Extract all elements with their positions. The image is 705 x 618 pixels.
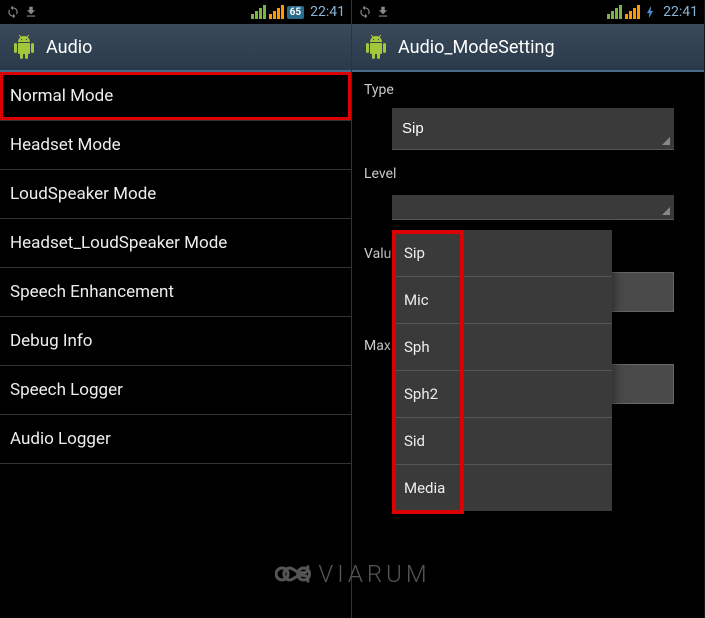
level-spinner[interactable] [392,195,674,220]
battery-indicator: 65 [287,6,304,19]
sync-icon [6,5,20,19]
charging-icon [643,5,657,19]
status-bar-right: 22:41 [352,0,704,24]
page-title-right: Audio_ModeSetting [398,37,555,58]
dropdown-option[interactable]: Sip [392,230,612,277]
audio-menu-item[interactable]: Speech Logger [0,366,351,415]
audio-menu-item[interactable]: Headset_LoudSpeaker Mode [0,219,351,268]
type-dropdown: SipMicSphSph2SidMedia [392,230,612,511]
dropdown-option[interactable]: Mic [392,277,612,324]
type-label: Type [352,72,704,102]
dropdown-option[interactable]: Sph2 [392,371,612,418]
phone-left: 65 22:41 Audio Normal ModeHeadset ModeLo… [0,0,352,618]
dropdown-option[interactable]: Media [392,465,612,511]
type-spinner[interactable]: Sip [392,108,674,150]
audio-menu-item[interactable]: Normal Mode [0,72,351,121]
title-bar-right: Audio_ModeSetting [352,24,704,72]
signal-icon-2 [269,5,284,19]
status-time: 22:41 [663,4,698,20]
page-title-left: Audio [46,37,92,58]
status-bar-left: 65 22:41 [0,0,351,24]
title-bar-left: Audio [0,24,351,72]
signal-icon-2 [625,5,640,19]
audio-menu-item[interactable]: LoudSpeaker Mode [0,170,351,219]
audio-menu-list: Normal ModeHeadset ModeLoudSpeaker ModeH… [0,72,351,618]
signal-icon-1 [607,5,622,19]
viarum-watermark: VIARUM [274,560,430,588]
dropdown-option[interactable]: Sid [392,418,612,465]
watermark-text: VIARUM [318,560,430,588]
android-icon [364,35,388,59]
audio-menu-item[interactable]: Headset Mode [0,121,351,170]
download-icon [24,5,38,19]
status-time: 22:41 [310,4,345,20]
infinity-icon [274,564,310,584]
download-icon [376,5,390,19]
signal-icon-1 [251,5,266,19]
sync-icon [358,5,372,19]
dropdown-option[interactable]: Sph [392,324,612,371]
audio-menu-item[interactable]: Audio Logger [0,415,351,464]
audio-menu-item[interactable]: Debug Info [0,317,351,366]
level-label: Level [352,156,704,186]
android-icon [12,35,36,59]
mode-setting-form: Type Sip Level Value Max V SipMicSphSph2… [352,72,704,618]
phone-right: 22:41 Audio_ModeSetting Type Sip Level V… [352,0,704,618]
audio-menu-item[interactable]: Speech Enhancement [0,268,351,317]
